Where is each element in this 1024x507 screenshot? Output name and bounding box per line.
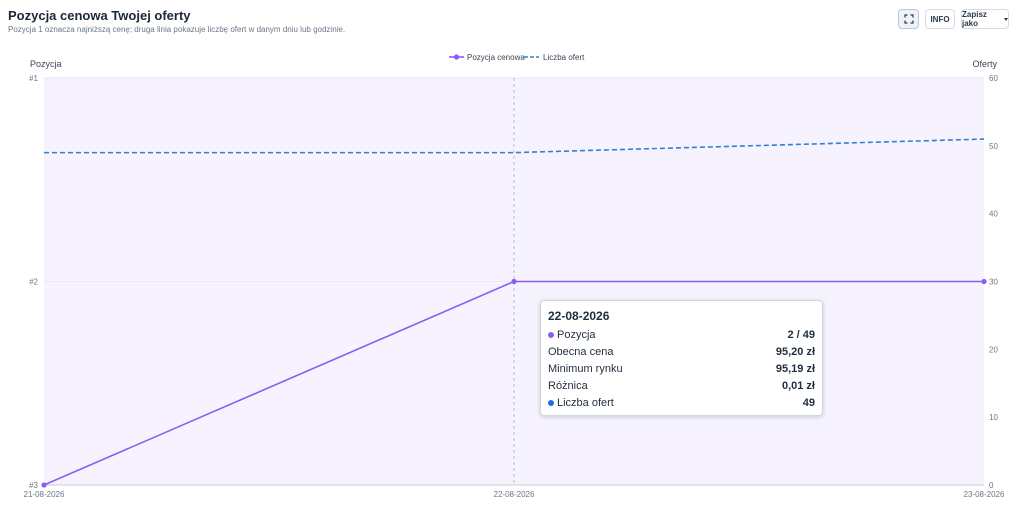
tooltip-value: 0,01 zł bbox=[781, 379, 815, 392]
y-right-tick-label: 60 bbox=[989, 74, 998, 83]
y-left-tick-label: #3 bbox=[29, 481, 38, 490]
x-tick-label: 21-08-2026 bbox=[24, 490, 65, 499]
data-point bbox=[511, 278, 517, 285]
data-point bbox=[981, 278, 987, 285]
tooltip-value: 2 / 49 bbox=[787, 328, 815, 341]
tooltip-row-current-price: Obecna cena 95,20 zł bbox=[548, 344, 815, 359]
legend-label-position: Pozycja cenowa bbox=[467, 53, 525, 62]
data-point bbox=[41, 482, 47, 488]
tooltip-value: 95,20 zł bbox=[775, 345, 815, 358]
legend-label-offers: Liczba ofert bbox=[543, 53, 585, 62]
chart: #1#2#3 010203040506021-08-2026 22-08-2026 2… bbox=[24, 53, 1005, 499]
y-right-tick-label: 40 bbox=[989, 210, 998, 219]
tooltip-row-market-minimum: Minimum rynku 95,19 zł bbox=[548, 361, 815, 376]
y-right-tick-label: 20 bbox=[989, 345, 998, 354]
tooltip-label: Minimum rynku bbox=[548, 362, 623, 375]
y-right-tick-label: 30 bbox=[989, 278, 998, 287]
y-left-axis-title: Pozycja bbox=[30, 59, 62, 69]
y-right-tick-label: 10 bbox=[989, 413, 998, 422]
offers-marker-icon bbox=[548, 399, 554, 406]
tooltip-label: Różnica bbox=[548, 379, 588, 392]
tooltip-date: 22-08-2026 bbox=[548, 309, 610, 323]
position-marker-icon bbox=[548, 331, 554, 338]
chart-tooltip: 22-08-2026 Pozycja 2 / 49 Obecna cena 95… bbox=[540, 300, 823, 416]
x-tick-label: 23-08-2026 bbox=[964, 490, 1005, 499]
tooltip-label: Pozycja bbox=[557, 328, 596, 341]
tooltip-row-offers: Liczba ofert 49 bbox=[548, 395, 815, 410]
y-left-tick-label: #2 bbox=[29, 278, 38, 287]
y-right-axis-title: Oferty bbox=[972, 59, 997, 69]
tooltip-value: 95,19 zł bbox=[775, 362, 815, 375]
tooltip-label: Liczba ofert bbox=[557, 396, 614, 409]
tooltip-label: Obecna cena bbox=[548, 345, 614, 358]
x-tick-label: 22-08-2026 bbox=[494, 490, 535, 499]
tooltip-row-position: Pozycja 2 / 49 bbox=[548, 327, 815, 342]
tooltip-row-difference: Różnica 0,01 zł bbox=[548, 378, 815, 393]
y-right-tick-label: 50 bbox=[989, 142, 998, 151]
y-left-tick-label: #1 bbox=[29, 74, 38, 83]
legend-marker-position bbox=[453, 54, 460, 60]
tooltip-value: 49 bbox=[802, 396, 815, 409]
y-right-tick-label: 0 bbox=[989, 481, 994, 490]
